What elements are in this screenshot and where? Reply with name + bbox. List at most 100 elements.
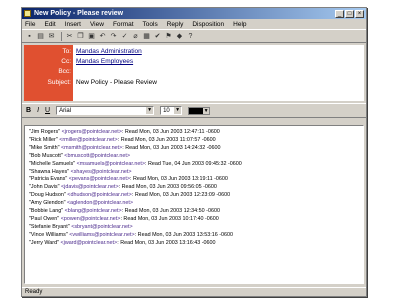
recipient-email[interactable]: <jward@pointclear.net> bbox=[60, 240, 117, 246]
help-icon[interactable]: ? bbox=[186, 32, 195, 41]
body-line: "Amy Glendon" <aglendon@pointclear.net> bbox=[29, 200, 359, 208]
menu-item-insert[interactable]: Insert bbox=[65, 21, 81, 28]
recipient-email[interactable]: <pevans@pointclear.net> bbox=[69, 176, 130, 182]
bold-button[interactable]: B bbox=[26, 107, 31, 114]
recipient-email[interactable]: <jdavis@pointclear.net> bbox=[61, 184, 119, 190]
recipient-name: "Doug Hudson" bbox=[29, 192, 66, 199]
body-line: "Michelle Samuels" <msamuels@pointclear.… bbox=[29, 161, 359, 169]
underline-button[interactable]: U bbox=[45, 107, 50, 114]
menu-item-file[interactable]: File bbox=[25, 21, 35, 28]
cut-icon[interactable]: ✂ bbox=[65, 32, 74, 41]
tag-icon[interactable]: ◆ bbox=[175, 32, 184, 41]
cc-label[interactable]: Cc: bbox=[61, 58, 71, 65]
size-select[interactable]: 10 ▼ bbox=[160, 106, 183, 115]
recipient-name: "Mike Smith" bbox=[29, 144, 60, 151]
body-line: "Stefanie Bryant" <sbryant@pointclear.ne… bbox=[29, 224, 359, 232]
flag-icon[interactable]: ⚑ bbox=[164, 32, 173, 41]
body-line: "Doug Hudson" <dhudson@pointclear.net>: … bbox=[29, 192, 359, 200]
maximize-button[interactable]: □ bbox=[345, 9, 354, 18]
minimize-button[interactable]: _ bbox=[335, 9, 344, 18]
close-button[interactable]: × bbox=[355, 9, 364, 18]
menu-item-tools[interactable]: Tools bbox=[143, 21, 158, 28]
menu-item-view[interactable]: View bbox=[90, 21, 104, 28]
read-receipt: : Read Mon, 03 Jun 2003 11:07:57 -0600 bbox=[117, 136, 216, 143]
to-label[interactable]: To: bbox=[62, 48, 71, 55]
read-receipt: : Read Mon, 03 Jun 2003 13:19:11 -0600 bbox=[130, 176, 228, 183]
recipient-name: "Bob Muscott" bbox=[29, 152, 63, 159]
recipient-email[interactable]: <blang@pointclear.net> bbox=[65, 208, 122, 214]
recipient-email[interactable]: <rmiller@pointclear.net> bbox=[59, 137, 118, 143]
menu-item-help[interactable]: Help bbox=[233, 21, 246, 28]
check-icon[interactable]: ✔ bbox=[153, 32, 162, 41]
chevron-down-icon: ▼ bbox=[203, 107, 210, 114]
recipient-email[interactable]: <bmuscott@pointclear.net> bbox=[64, 153, 130, 159]
cc-field[interactable]: Mandas Employees bbox=[76, 58, 133, 65]
body-line: "Shawna Hayes" <shayes@pointclear.net> bbox=[29, 169, 359, 177]
recipient-name: "Stefanie Bryant" bbox=[29, 223, 70, 230]
read-receipt: : Read Mon, 03 Jun 2003 12:23:09 -0600 bbox=[131, 192, 231, 199]
menu-item-edit[interactable]: Edit bbox=[44, 21, 55, 28]
recipient-name: "Bobbie Lang" bbox=[29, 208, 64, 215]
copy-icon[interactable]: ❐ bbox=[76, 32, 85, 41]
to-field[interactable]: Mandas Administration bbox=[76, 48, 142, 55]
color-swatch bbox=[189, 107, 204, 114]
recipient-email[interactable]: <msmith@pointclear.net> bbox=[61, 145, 122, 151]
menu-item-format[interactable]: Format bbox=[113, 21, 134, 28]
message-header: To: Mandas Administration Cc: Mandas Emp… bbox=[24, 45, 364, 101]
recipient-name: "Rick Miller" bbox=[29, 136, 58, 143]
font-select[interactable]: Arial ▼ bbox=[56, 106, 155, 115]
menu-item-reply[interactable]: Reply bbox=[167, 21, 184, 28]
chevron-down-icon: ▼ bbox=[174, 107, 182, 114]
subject-row: Subject: New Policy - Please Review bbox=[24, 78, 364, 87]
undo-icon[interactable]: ↶ bbox=[98, 32, 107, 41]
recipient-email[interactable]: <msamuels@pointclear.net> bbox=[77, 161, 145, 167]
attach-icon[interactable]: ⌀ bbox=[131, 32, 140, 41]
redo-icon[interactable]: ↷ bbox=[109, 32, 118, 41]
recipient-email[interactable]: <aglendon@pointclear.net> bbox=[67, 200, 133, 206]
toolbar-separator bbox=[61, 31, 62, 41]
status-text: Ready bbox=[25, 289, 43, 295]
menu-item-disposition[interactable]: Disposition bbox=[192, 21, 224, 28]
menu-bar: File Edit Insert View Format Tools Reply Dispos… bbox=[22, 19, 366, 29]
title-bar[interactable]: New Policy - Please review _ □ × bbox=[22, 8, 366, 19]
body-line: "Jerry Ward" <jward@pointclear.net>: Rea… bbox=[29, 240, 359, 248]
cc-row: Cc: Mandas Employees bbox=[24, 57, 364, 66]
send-icon[interactable]: ✉ bbox=[47, 32, 56, 41]
read-receipt: : Read Mon, 03 Jun 2003 10:17:40 -0600 bbox=[120, 215, 219, 222]
save-icon[interactable]: ▪ bbox=[25, 32, 34, 41]
chevron-down-icon: ▼ bbox=[146, 107, 154, 114]
paste-icon[interactable]: ▣ bbox=[87, 32, 96, 41]
format-bar: B I U Arial ▼ 10 ▼ ▼ bbox=[22, 103, 366, 118]
recipient-name: "Vince Williams" bbox=[29, 231, 68, 238]
address-book-icon[interactable]: ▦ bbox=[142, 32, 151, 41]
recipient-email[interactable]: <dhudson@pointclear.net> bbox=[67, 192, 132, 198]
bcc-label[interactable]: Bcc: bbox=[58, 68, 71, 75]
bcc-row: Bcc: bbox=[24, 67, 364, 76]
read-receipt: : Read Mon, 03 Jun 2003 12:47:11 -0600 bbox=[121, 129, 220, 135]
print-icon[interactable]: ▤ bbox=[36, 32, 45, 41]
recipient-email[interactable]: <vwilliams@pointclear.net> bbox=[69, 232, 134, 238]
message-body[interactable]: "Jim Rogers" <jrogers@pointclear.net>: R… bbox=[24, 125, 364, 284]
read-receipt: : Read Mon, 03 Jun 2003 12:34:50 -0600 bbox=[121, 208, 220, 215]
recipient-email[interactable]: <jrogers@pointclear.net> bbox=[62, 129, 122, 135]
subject-label: Subject: bbox=[47, 79, 72, 86]
subject-field[interactable]: New Policy - Please Review bbox=[76, 79, 157, 86]
body-line: "Jim Rogers" <jrogers@pointclear.net>: R… bbox=[29, 129, 359, 137]
recipient-email[interactable]: <sbryant@pointclear.net> bbox=[71, 224, 133, 230]
spell-icon[interactable]: ✓ bbox=[120, 32, 129, 41]
recipient-email[interactable]: <shayes@pointclear.net> bbox=[71, 169, 132, 175]
recipient-email[interactable]: <powen@pointclear.net> bbox=[61, 216, 121, 222]
read-receipt: : Read Mon, 03 Jun 2003 14:24:32 -0600 bbox=[122, 144, 221, 151]
recipient-name: "Amy Glendon" bbox=[29, 200, 66, 207]
italic-button[interactable]: I bbox=[37, 107, 39, 114]
toolbar: ▪ ▤ ✉ ✂ ❐ ▣ ↶ ↷ ✓ ⌀ ▦ ✔ ⚑ ◆ ? bbox=[22, 29, 366, 43]
read-receipt: : Read Mon, 03 Jun 2003 13:53:16 -0600 bbox=[134, 231, 233, 238]
font-color-picker[interactable]: ▼ bbox=[188, 106, 211, 115]
body-line: "Mike Smith" <msmith@pointclear.net>: Re… bbox=[29, 145, 359, 153]
recipient-name: "Patricia Evans" bbox=[29, 176, 68, 183]
size-select-value: 10 bbox=[163, 107, 170, 114]
read-receipt: : Read Mon, 03 Jun 2003 09:56:05 -0600 bbox=[118, 184, 217, 191]
body-line: "Patricia Evans" <pevans@pointclear.net>… bbox=[29, 176, 359, 184]
body-line: "Bobbie Lang" <blang@pointclear.net>: Re… bbox=[29, 208, 359, 216]
body-line: "Bob Muscott" <bmuscott@pointclear.net> bbox=[29, 153, 359, 161]
